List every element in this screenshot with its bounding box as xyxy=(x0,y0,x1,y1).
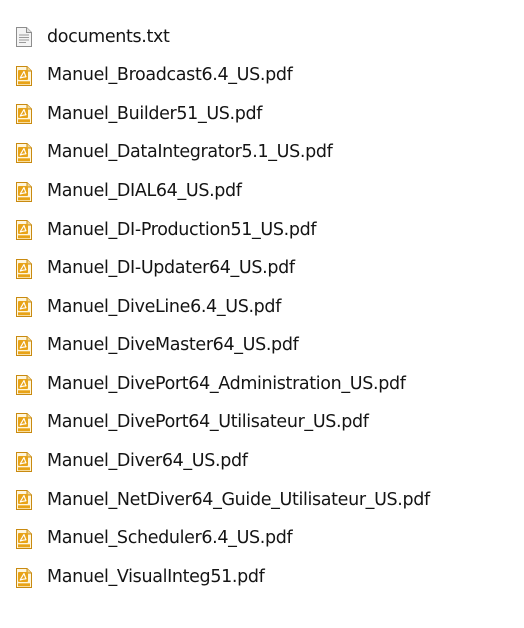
file-item[interactable]: Manuel_Diver64_US.pdf xyxy=(0,443,524,482)
file-item[interactable]: documents.txt xyxy=(0,18,524,57)
file-item[interactable]: Manuel_Broadcast6.4_US.pdf xyxy=(0,57,524,96)
pdf-file-icon xyxy=(14,103,34,125)
file-name: Manuel_VisualInteg51.pdf xyxy=(47,566,265,587)
file-name: Manuel_Diver64_US.pdf xyxy=(47,451,248,472)
file-name: Manuel_DI-Production51_US.pdf xyxy=(47,219,317,240)
pdf-file-icon xyxy=(14,142,34,164)
file-name: documents.txt xyxy=(47,26,170,47)
pdf-file-icon xyxy=(14,296,34,318)
pdf-file-icon xyxy=(14,567,34,589)
pdf-file-icon xyxy=(14,489,34,511)
file-item[interactable]: Manuel_DI-Updater64_US.pdf xyxy=(0,250,524,289)
file-item[interactable]: Manuel_DivePort64_Utilisateur_US.pdf xyxy=(0,404,524,443)
pdf-file-icon xyxy=(14,335,34,357)
file-name: Manuel_DiveLine6.4_US.pdf xyxy=(47,296,282,317)
file-name: Manuel_DataIntegrator5.1_US.pdf xyxy=(47,142,333,163)
file-name: Manuel_DivePort64_Utilisateur_US.pdf xyxy=(47,412,369,433)
file-item[interactable]: Manuel_DataIntegrator5.1_US.pdf xyxy=(0,134,524,173)
file-item[interactable]: Manuel_DiveMaster64_US.pdf xyxy=(0,327,524,366)
text-file-icon xyxy=(14,26,34,48)
pdf-file-icon xyxy=(14,451,34,473)
file-name: Manuel_Builder51_US.pdf xyxy=(47,103,263,124)
pdf-file-icon xyxy=(14,181,34,203)
file-item[interactable]: Manuel_Builder51_US.pdf xyxy=(0,95,524,134)
file-name: Manuel_Broadcast6.4_US.pdf xyxy=(47,65,293,86)
file-item[interactable]: Manuel_DI-Production51_US.pdf xyxy=(0,211,524,250)
file-item[interactable]: Manuel_VisualInteg51.pdf xyxy=(0,558,524,597)
file-name: Manuel_Scheduler6.4_US.pdf xyxy=(47,528,293,549)
file-name: Manuel_DI-Updater64_US.pdf xyxy=(47,258,295,279)
file-name: Manuel_DivePort64_Administration_US.pdf xyxy=(47,373,406,394)
file-item[interactable]: Manuel_Scheduler6.4_US.pdf xyxy=(0,520,524,559)
pdf-file-icon xyxy=(14,412,34,434)
file-name: Manuel_DIAL64_US.pdf xyxy=(47,180,242,201)
file-name: Manuel_NetDiver64_Guide_Utilisateur_US.p… xyxy=(47,489,430,510)
file-item[interactable]: Manuel_NetDiver64_Guide_Utilisateur_US.p… xyxy=(0,481,524,520)
file-name: Manuel_DiveMaster64_US.pdf xyxy=(47,335,299,356)
file-item[interactable]: Manuel_DiveLine6.4_US.pdf xyxy=(0,288,524,327)
pdf-file-icon xyxy=(14,258,34,280)
file-item[interactable]: Manuel_DivePort64_Administration_US.pdf xyxy=(0,365,524,404)
pdf-file-icon xyxy=(14,374,34,396)
pdf-file-icon xyxy=(14,219,34,241)
pdf-file-icon xyxy=(14,528,34,550)
file-item[interactable]: Manuel_DIAL64_US.pdf xyxy=(0,172,524,211)
file-list: documents.txt Manuel_Broadcast6.4_US.pdf… xyxy=(0,0,524,628)
pdf-file-icon xyxy=(14,65,34,87)
